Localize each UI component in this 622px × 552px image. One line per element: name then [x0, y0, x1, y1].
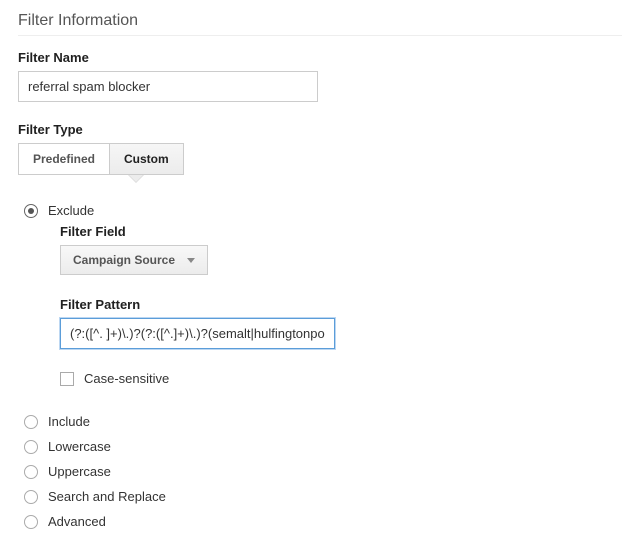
filter-field-label: Filter Field	[60, 224, 604, 239]
filter-type-tabs: Predefined Custom	[18, 143, 604, 175]
filter-name-label: Filter Name	[18, 50, 604, 65]
radio-lowercase[interactable]: Lowercase	[24, 439, 604, 454]
tab-custom[interactable]: Custom	[110, 143, 184, 175]
filter-pattern-label: Filter Pattern	[60, 297, 604, 312]
radio-advanced[interactable]: Advanced	[24, 514, 604, 529]
radio-icon	[24, 465, 38, 479]
radio-label: Search and Replace	[48, 489, 166, 504]
filter-type-label: Filter Type	[18, 122, 604, 137]
tab-predefined[interactable]: Predefined	[18, 143, 110, 175]
radio-label: Advanced	[48, 514, 106, 529]
radio-icon	[24, 440, 38, 454]
radio-search-replace[interactable]: Search and Replace	[24, 489, 604, 504]
filter-field-select[interactable]: Campaign Source	[60, 245, 208, 275]
section-title: Filter Information	[18, 12, 604, 36]
radio-label: Exclude	[48, 203, 94, 218]
radio-icon	[24, 490, 38, 504]
radio-icon	[24, 415, 38, 429]
case-sensitive-checkbox[interactable]: Case-sensitive	[60, 371, 604, 386]
filter-name-input[interactable]	[18, 71, 318, 102]
radio-exclude[interactable]: Exclude	[24, 203, 604, 218]
active-tab-caret-icon	[128, 175, 144, 183]
case-sensitive-label: Case-sensitive	[84, 371, 169, 386]
checkbox-icon	[60, 372, 74, 386]
radio-icon	[24, 204, 38, 218]
filter-pattern-input[interactable]	[60, 318, 335, 349]
radio-include[interactable]: Include	[24, 414, 604, 429]
filter-field-value: Campaign Source	[73, 253, 175, 267]
radio-label: Include	[48, 414, 90, 429]
radio-label: Uppercase	[48, 464, 111, 479]
radio-icon	[24, 515, 38, 529]
radio-label: Lowercase	[48, 439, 111, 454]
chevron-down-icon	[187, 258, 195, 263]
radio-uppercase[interactable]: Uppercase	[24, 464, 604, 479]
